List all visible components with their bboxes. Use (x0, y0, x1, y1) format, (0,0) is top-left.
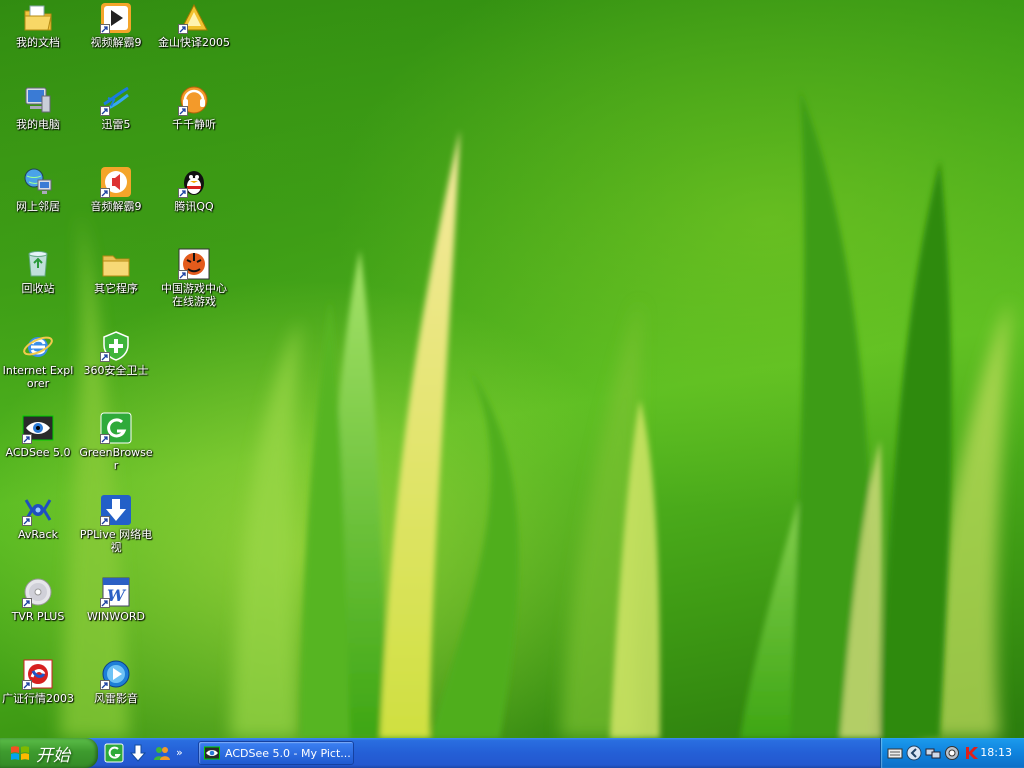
desktop-icon-stock-quotes[interactable]: 广证行情2003 (0, 658, 76, 705)
taskbar-button-label: ACDSee 5.0 - My Pict... (225, 746, 351, 760)
audio-player-icon (100, 166, 132, 198)
desktop-icon-pplive[interactable]: PPLive 网络电视 (78, 494, 154, 554)
shortcut-arrow-icon (100, 598, 110, 608)
stock-quotes-icon (22, 658, 54, 690)
shortcut-arrow-icon (100, 188, 110, 198)
shortcut-arrow-icon (178, 270, 188, 280)
shield-icon[interactable] (944, 745, 960, 761)
desktop-icon-video-player[interactable]: 视频解霸9 (78, 2, 154, 49)
desktop-icon-other-programs[interactable]: 其它程序 (78, 248, 154, 295)
desktop-icon-acdsee[interactable]: ACDSee 5.0 (0, 412, 76, 459)
thunder-download-icon (100, 84, 132, 116)
desktop-icon-recycle-bin[interactable]: 回收站 (0, 248, 76, 295)
game-center-icon (178, 248, 210, 280)
shortcut-arrow-icon (100, 434, 110, 444)
desktop-icon-tvr-plus[interactable]: TVR PLUS (0, 576, 76, 623)
download-arrow-icon[interactable] (128, 743, 148, 763)
shortcut-arrow-icon (22, 434, 32, 444)
messenger-icon[interactable] (152, 743, 172, 763)
greenbrowser-icon (100, 412, 132, 444)
svg-text:W: W (107, 586, 127, 605)
desktop-icon-360-security[interactable]: 360安全卫士 (78, 330, 154, 377)
acdsee-eye-icon (204, 745, 220, 761)
desktop-icon-music-player[interactable]: 千千静听 (156, 84, 232, 131)
start-label: 开始 (36, 745, 70, 766)
system-tray: 18:13 (880, 738, 1024, 768)
desktop-icon-my-computer[interactable]: 我的电脑 (0, 84, 76, 131)
antivirus-k-icon[interactable] (963, 745, 979, 761)
avrack-icon (22, 494, 54, 526)
translator-icon (178, 2, 210, 34)
desktop-icon-audio-player[interactable]: 音频解霸9 (78, 166, 154, 213)
desktop-icon-winword[interactable]: W WINWORD (78, 576, 154, 623)
shortcut-arrow-icon (22, 680, 32, 690)
shortcut-arrow-icon (178, 188, 188, 198)
desktop-icon-my-documents[interactable]: 我的文档 (0, 2, 76, 49)
shortcut-arrow-icon (178, 24, 188, 34)
acdsee-eye-icon (22, 412, 54, 444)
clock: 18:13 (980, 746, 1012, 759)
desktop-icon-translator[interactable]: 金山快译2005 (156, 2, 232, 49)
recycle-bin-icon (22, 248, 54, 280)
desktop: 我的文档 我的电脑 网上邻居 回收站 Internet Explorer ACD… (0, 0, 1024, 738)
pplive-icon (100, 494, 132, 526)
qq-penguin-icon (178, 166, 210, 198)
internet-explorer-icon (22, 330, 54, 362)
shortcut-arrow-icon (22, 516, 32, 526)
folder-icon (100, 248, 132, 280)
shortcut-arrow-icon (100, 680, 110, 690)
media-player-icon (100, 658, 132, 690)
shortcut-arrow-icon (22, 598, 32, 608)
video-player-icon (100, 2, 132, 34)
desktop-icon-internet-explorer[interactable]: Internet Explorer (0, 330, 76, 390)
shortcut-arrow-icon (178, 106, 188, 116)
shortcut-arrow-icon (100, 516, 110, 526)
tvr-disc-icon (22, 576, 54, 608)
shortcut-arrow-icon (100, 24, 110, 34)
desktop-icon-network-places[interactable]: 网上邻居 (0, 166, 76, 213)
desktop-icon-avrack[interactable]: AvRack (0, 494, 76, 541)
keyboard-icon[interactable] (887, 745, 903, 761)
taskbar: 开始 » ACDSee 5.0 - My Pict... 18:13 (0, 738, 1024, 768)
network-icon[interactable] (925, 745, 941, 761)
taskbar-button-acdsee[interactable]: ACDSee 5.0 - My Pict... (198, 741, 354, 765)
desktop-icon-greenbrowser[interactable]: GreenBrowser (78, 412, 154, 472)
security-shield-icon (100, 330, 132, 362)
back-arrow-icon[interactable] (906, 745, 922, 761)
desktop-icon-media-player[interactable]: 风雷影音 (78, 658, 154, 705)
my-computer-icon (22, 84, 54, 116)
desktop-icon-game-center[interactable]: 中国游戏中心在线游戏 (156, 248, 232, 308)
desktop-icon-thunder[interactable]: 迅雷5 (78, 84, 154, 131)
shortcut-arrow-icon (100, 106, 110, 116)
desktop-icon-qq[interactable]: 腾讯QQ (156, 166, 232, 213)
network-places-icon (22, 166, 54, 198)
music-player-icon (178, 84, 210, 116)
greenbrowser-icon[interactable] (104, 743, 124, 763)
shortcut-arrow-icon (100, 352, 110, 362)
my-documents-icon (22, 2, 54, 34)
word-document-icon: W (100, 576, 132, 608)
start-button[interactable]: 开始 (0, 738, 98, 768)
quick-launch: » (104, 743, 186, 763)
quick-launch-more-icon[interactable]: » (176, 743, 186, 763)
windows-logo-icon (11, 746, 29, 760)
